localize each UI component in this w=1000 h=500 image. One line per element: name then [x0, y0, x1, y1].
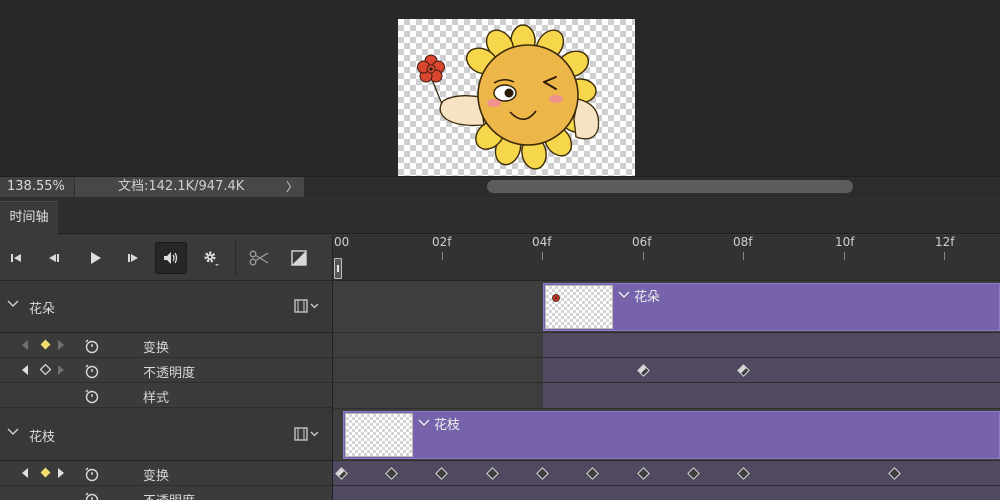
clip-thumbnail: [345, 413, 413, 457]
ruler-tick-label: 08f: [733, 235, 753, 249]
clip-thumbnail: [545, 285, 613, 329]
ruler-tick-label: 00: [334, 235, 350, 249]
film-strip-icon[interactable]: [294, 427, 320, 441]
keyframe-navigator[interactable]: [20, 364, 68, 376]
transition-icon: [291, 250, 307, 266]
stopwatch-icon[interactable]: [84, 466, 100, 482]
property-track-range: [543, 383, 1000, 408]
property-row-transform: 变换: [0, 333, 332, 358]
property-track-range: [543, 358, 1000, 382]
document-info[interactable]: 文档:142.1K/947.4K: [74, 177, 304, 197]
split-at-playhead-button[interactable]: [243, 242, 275, 274]
property-label: 不透明度: [143, 490, 195, 500]
property-track-opacity: [333, 486, 1000, 500]
ruler-tick-label: 12f: [935, 235, 955, 249]
ruler-tick: [442, 252, 443, 260]
chevron-right-icon[interactable]: 〉: [286, 177, 298, 197]
ruler-tick-label: 06f: [632, 235, 652, 249]
property-track-style: [333, 383, 1000, 409]
clip-stem[interactable]: 花枝: [343, 411, 1000, 459]
ruler-tick: [542, 252, 543, 260]
ruler-tick: [743, 252, 744, 260]
transition-button[interactable]: [283, 242, 315, 274]
keyframe-navigator[interactable]: [20, 339, 68, 351]
skip-first-icon: [11, 254, 21, 262]
playhead-handle[interactable]: [334, 258, 342, 279]
chevron-down-icon[interactable]: [7, 427, 19, 437]
playback-controls: [0, 235, 332, 281]
next-frame-button[interactable]: [117, 242, 149, 274]
play-icon: [91, 252, 101, 264]
property-label: 变换: [143, 469, 170, 484]
artboard-image[interactable]: [398, 19, 635, 176]
go-to-first-frame-button[interactable]: [0, 242, 32, 274]
ruler-tick-label: 10f: [835, 235, 855, 249]
sunflower-illustration: [417, 24, 600, 170]
clip-flower[interactable]: 花朵: [543, 283, 1000, 331]
property-row-style: 样式: [0, 383, 332, 408]
step-back-icon: [49, 254, 59, 262]
chevron-down-icon[interactable]: [418, 418, 430, 428]
scissors-icon: [249, 250, 269, 266]
property-row-opacity: 不透明度: [0, 358, 332, 383]
ruler-tick: [844, 252, 845, 260]
toolbar-divider: [235, 241, 236, 275]
film-strip-icon[interactable]: [294, 299, 320, 313]
horizontal-scrollbar[interactable]: [304, 177, 1000, 197]
audio-toggle-button[interactable]: [155, 242, 187, 274]
step-forward-icon: [128, 254, 138, 262]
stopwatch-icon[interactable]: [84, 363, 100, 379]
layer-list: 花朵 变换 不透明度 样式 花枝 变换: [0, 235, 333, 500]
clip-label: 花朵: [634, 290, 661, 305]
time-ruler[interactable]: 00 02f 04f 06f 08f 10f 12f: [333, 235, 1000, 281]
ruler-tick-label: 04f: [532, 235, 552, 249]
property-track-transform: [333, 461, 1000, 486]
speaker-icon: [164, 252, 178, 264]
photoshop-window: 138.55% 文档:142.1K/947.4K 〉 时间轴 花朵 变换 不透明…: [0, 0, 1000, 500]
property-label: 样式: [143, 391, 170, 406]
layer-name: 花朵: [29, 302, 56, 317]
stopwatch-icon[interactable]: [84, 338, 100, 354]
property-label: 不透明度: [143, 366, 196, 381]
panel-tab-bar: 时间轴: [0, 197, 1000, 234]
property-track-range: [333, 486, 1000, 500]
property-track-opacity: [333, 358, 1000, 383]
layer-name: 花枝: [29, 430, 56, 445]
stopwatch-icon[interactable]: [84, 491, 100, 500]
play-button[interactable]: [79, 242, 111, 274]
previous-frame-button[interactable]: [38, 242, 70, 274]
flower-thumbnail: [552, 294, 560, 302]
clip-label: 花枝: [434, 418, 461, 433]
tab-timeline[interactable]: 时间轴: [0, 201, 58, 234]
zoom-level[interactable]: 138.55%: [0, 177, 74, 197]
property-label: 变换: [143, 341, 170, 356]
gear-icon: [204, 251, 219, 266]
property-track-transform: [333, 333, 1000, 358]
property-track-range: [543, 333, 1000, 357]
settings-button[interactable]: [195, 242, 227, 274]
property-row-opacity: 不透明度: [0, 486, 332, 500]
ruler-tick: [643, 252, 644, 260]
scrollbar-thumb[interactable]: [487, 180, 853, 193]
stopwatch-icon[interactable]: [84, 388, 100, 404]
layer-row-flower[interactable]: 花朵: [0, 281, 332, 333]
property-row-transform: 变换: [0, 461, 332, 486]
chevron-down-icon[interactable]: [7, 299, 19, 309]
layer-track-stem: 花枝: [333, 409, 1000, 461]
document-canvas-area[interactable]: [0, 0, 1000, 176]
status-bar: 138.55% 文档:142.1K/947.4K 〉: [0, 176, 1000, 197]
ruler-tick-label: 02f: [432, 235, 452, 249]
timeline-panel: 时间轴 花朵 变换 不透明度 样式 花枝 变换 00 02f 04f 06f 0…: [0, 197, 1000, 500]
ruler-tick: [944, 252, 945, 260]
layer-track-flower: 花朵: [333, 281, 1000, 333]
timeline-tracks[interactable]: 00 02f 04f 06f 08f 10f 12f 花朵 花枝: [333, 235, 1000, 500]
chevron-down-icon[interactable]: [618, 290, 630, 300]
keyframe-navigator[interactable]: [20, 467, 68, 479]
layer-row-stem[interactable]: 花枝: [0, 409, 332, 461]
